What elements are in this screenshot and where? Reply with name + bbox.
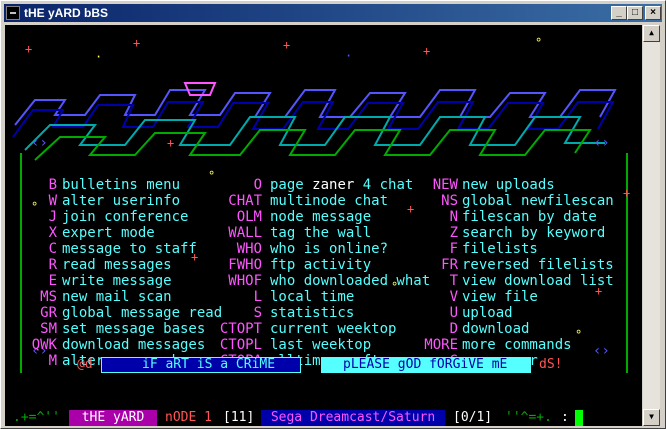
bbs-window: tHE yARD bBS _ □ × + + + + ° · · ‹› ‹› +…	[0, 0, 666, 429]
menu-hotkey: D	[449, 321, 458, 337]
text-cursor[interactable]	[575, 410, 583, 426]
menu-item[interactable]: Ddownload	[5, 321, 642, 337]
menu-label: upload	[462, 305, 513, 321]
banner-bar: @d iF aRT iS a CRiME pLEASE gOD fORGiVE …	[5, 353, 642, 377]
close-button[interactable]: ×	[645, 6, 661, 20]
menu-hotkey: MORE	[424, 337, 458, 353]
window-title: tHE yARD bBS	[24, 6, 109, 20]
banner-left-tag: @d	[77, 357, 93, 372]
menu-item[interactable]: Uupload	[5, 305, 642, 321]
star-decoration: +	[167, 136, 175, 150]
maximize-button[interactable]: □	[627, 6, 643, 20]
menu-label: reversed filelists	[462, 257, 614, 273]
title-bar[interactable]: tHE yARD bBS _ □ ×	[4, 4, 662, 22]
status-line: .+=^'' tHE yARD nODE 1 [11] Sega Dreamca…	[5, 410, 642, 426]
frame-corner-icon: ‹›	[31, 135, 48, 151]
menu-item[interactable]: Tview download list	[5, 273, 642, 289]
star-decoration: ·	[345, 49, 353, 63]
menu-label: view download list	[462, 273, 614, 289]
banner-left-text: iF aRT iS a CRiME	[142, 357, 276, 372]
status-ratio: [0/1]	[453, 410, 493, 425]
scroll-down-arrow-icon[interactable]: ▼	[643, 409, 660, 426]
star-decoration: +	[283, 38, 291, 52]
status-tail: ''^=+.	[505, 410, 552, 425]
status-bbs-name: tHE yARD	[69, 410, 157, 426]
scroll-up-arrow-icon[interactable]: ▲	[643, 25, 660, 42]
menu-hotkey: NEW	[432, 177, 458, 193]
menu-item[interactable]: Vview file	[5, 289, 642, 305]
frame-corner-icon: ‹›	[593, 135, 610, 151]
menu-label: filescan by date	[462, 209, 597, 225]
menu-label: more commands	[462, 337, 572, 353]
banner-right-box: pLEASE gOD fORGiVE mE	[321, 357, 531, 373]
terminal-screen[interactable]: + + + + ° · · ‹› ‹› + + + + + ° ° ° ° ‹›…	[5, 25, 642, 426]
menu-item[interactable]: FR reversed filelists	[5, 257, 642, 273]
command-menu: Bbulletins menu Walter userinfo Jjoin conf…	[5, 149, 642, 379]
menu-label: global newfilescan	[462, 193, 614, 209]
menu-label: search by keyword	[462, 225, 606, 241]
menu-hotkey: NS	[441, 193, 458, 209]
menu-item[interactable]: Ffilelists	[5, 241, 642, 257]
banner-right-tag: dS!	[539, 357, 563, 372]
status-prompt: :	[561, 410, 569, 425]
status-bracket-num: [11]	[223, 410, 255, 425]
star-decoration: ·	[95, 50, 103, 64]
status-system: Sega Dreamcast/Saturn	[261, 410, 445, 426]
minimize-button[interactable]: _	[611, 6, 627, 20]
banner-right-text: pLEASE gOD fORGiVE mE	[343, 357, 508, 372]
menu-hotkey: N	[449, 209, 458, 225]
menu-hotkey: U	[449, 305, 458, 321]
menu-hotkey: Z	[449, 225, 458, 241]
menu-label: new uploads	[462, 177, 555, 193]
menu-label: view file	[462, 289, 538, 305]
menu-item[interactable]: Zsearch by keyword	[5, 225, 642, 241]
menu-item[interactable]: NEW new uploads	[5, 177, 642, 193]
star-decoration: +	[133, 36, 141, 50]
menu-label: download	[462, 321, 530, 337]
menu-hotkey: F	[449, 241, 458, 257]
terminal-icon[interactable]	[6, 6, 20, 20]
menu-label: filelists	[462, 241, 538, 257]
menu-item[interactable]: NS global newfilescan	[5, 193, 642, 209]
star-decoration: °	[535, 36, 543, 50]
status-node: nODE 1	[165, 410, 212, 425]
menu-item[interactable]: Nfilescan by date	[5, 209, 642, 225]
status-prefix: .+=^''	[13, 410, 60, 425]
menu-hotkey: T	[449, 273, 458, 289]
menu-hotkey: FR	[441, 257, 458, 273]
vertical-scrollbar[interactable]: ▲ ▼	[643, 25, 660, 426]
menu-hotkey: V	[449, 289, 458, 305]
banner-left-box: iF aRT iS a CRiME	[101, 357, 301, 373]
star-decoration: +	[423, 44, 431, 58]
star-decoration: +	[25, 42, 33, 56]
menu-item[interactable]: MORE more commands	[5, 337, 642, 353]
